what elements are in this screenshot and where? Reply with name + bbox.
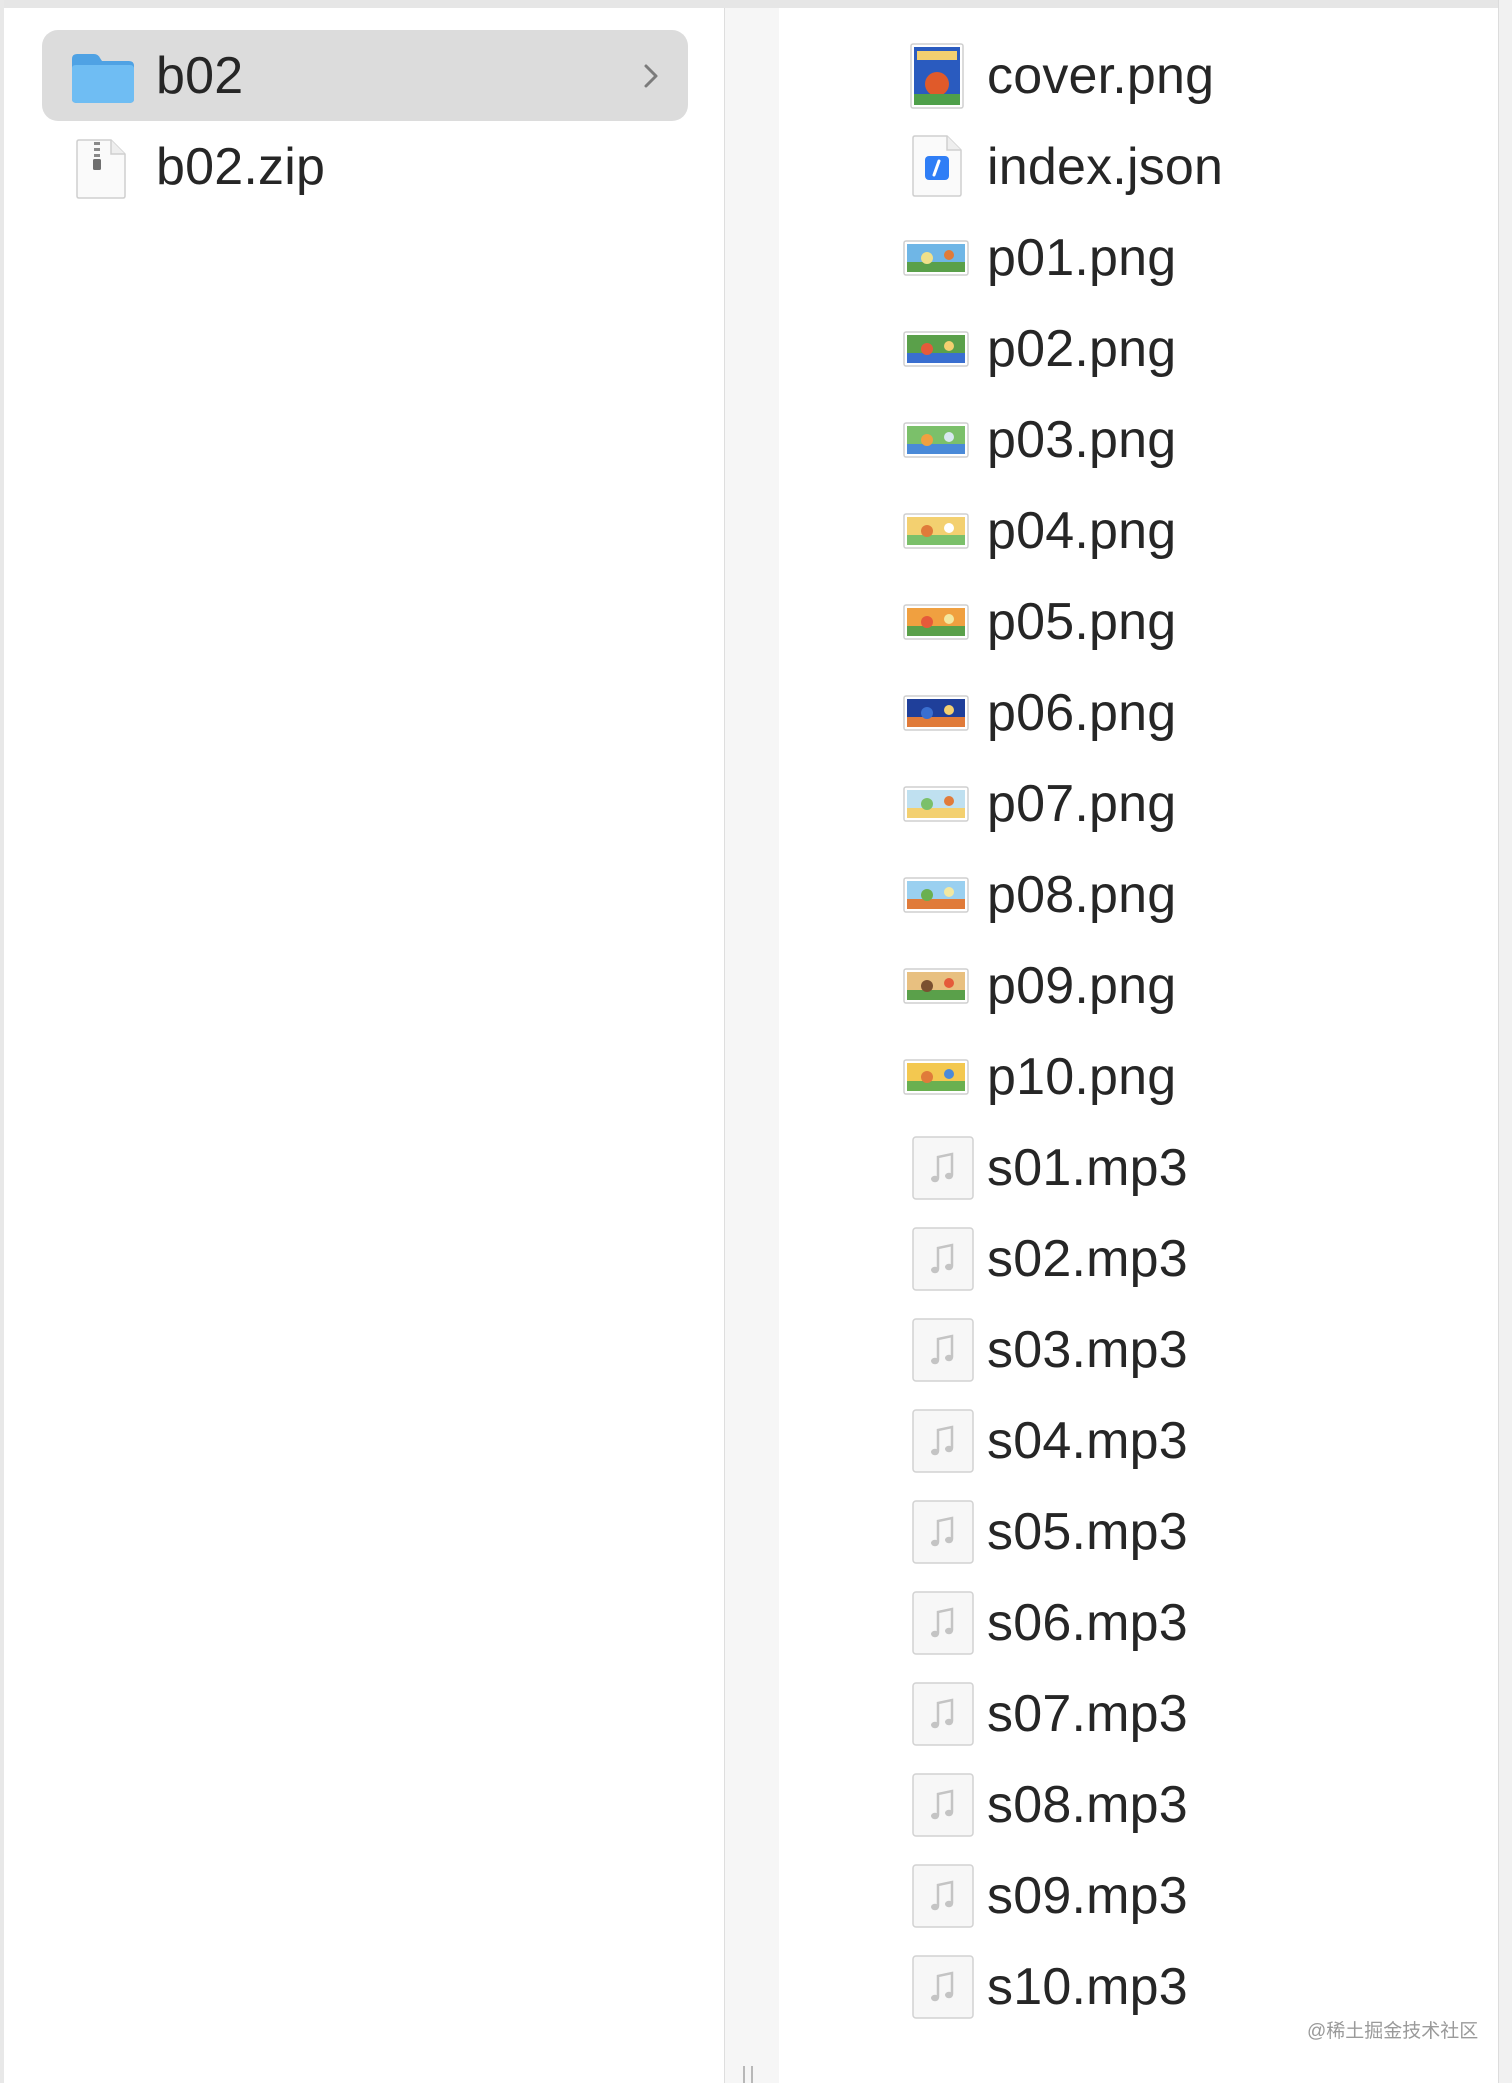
list-item-file[interactable]: p10.png: [839, 1031, 1479, 1122]
item-label: s07.mp3: [987, 1684, 1188, 1743]
image-thumbnail-icon: [909, 42, 965, 115]
item-label: s10.mp3: [987, 1957, 1188, 2016]
json-file-icon: [911, 134, 963, 203]
item-label: p01.png: [987, 228, 1177, 287]
audio-file-icon: [911, 1135, 975, 1206]
list-item-file[interactable]: s05.mp3: [839, 1486, 1479, 1577]
item-label: s01.mp3: [987, 1138, 1188, 1197]
item-label: s04.mp3: [987, 1411, 1188, 1470]
audio-file-icon: [911, 1772, 975, 1843]
list-item-file[interactable]: s01.mp3: [839, 1122, 1479, 1213]
list-item-file[interactable]: p04.png: [839, 485, 1479, 576]
list-item-file[interactable]: p05.png: [839, 576, 1479, 667]
list-item-file-b02-zip[interactable]: b02.zip: [42, 121, 688, 212]
window-right-edge: [1498, 0, 1512, 2083]
item-label: p05.png: [987, 592, 1177, 651]
item-label: index.json: [987, 137, 1224, 196]
column-resize-handle[interactable]: [743, 2066, 755, 2083]
audio-file-icon: [911, 1317, 975, 1388]
item-label: p02.png: [987, 319, 1177, 378]
image-thumbnail-icon: [903, 331, 969, 372]
list-item-file[interactable]: p01.png: [839, 212, 1479, 303]
list-item-file[interactable]: s02.mp3: [839, 1213, 1479, 1304]
item-label: p04.png: [987, 501, 1177, 560]
image-thumbnail-icon: [903, 968, 969, 1009]
list-item-folder-b02[interactable]: b02: [42, 30, 688, 121]
image-thumbnail-icon: [903, 786, 969, 827]
window-top-edge: [0, 0, 1512, 8]
folder-icon: [70, 51, 136, 110]
image-thumbnail-icon: [903, 1059, 969, 1100]
list-item-file[interactable]: s06.mp3: [839, 1577, 1479, 1668]
audio-file-icon: [911, 1408, 975, 1479]
list-item-file[interactable]: s04.mp3: [839, 1395, 1479, 1486]
image-thumbnail-icon: [903, 604, 969, 645]
item-label: s05.mp3: [987, 1502, 1188, 1561]
list-item-file[interactable]: cover.png: [839, 30, 1479, 121]
item-label: p08.png: [987, 865, 1177, 924]
item-label: s02.mp3: [987, 1229, 1188, 1288]
column-divider: [724, 8, 780, 2083]
watermark: @稀土掘金技术社区: [1307, 2021, 1479, 2042]
list-item-file[interactable]: s08.mp3: [839, 1759, 1479, 1850]
audio-file-icon: [911, 1499, 975, 1570]
audio-file-icon: [911, 1590, 975, 1661]
item-label: p09.png: [987, 956, 1177, 1015]
item-label: s09.mp3: [987, 1866, 1188, 1925]
image-thumbnail-icon: [903, 695, 969, 736]
audio-file-icon: [911, 1226, 975, 1297]
list-item-file[interactable]: p03.png: [839, 394, 1479, 485]
list-item-file[interactable]: p08.png: [839, 849, 1479, 940]
item-label: p03.png: [987, 410, 1177, 469]
list-item-file[interactable]: index.json: [839, 121, 1479, 212]
list-item-file[interactable]: p07.png: [839, 758, 1479, 849]
item-label: s08.mp3: [987, 1775, 1188, 1834]
item-label: b02.zip: [156, 137, 326, 196]
audio-file-icon: [911, 1863, 975, 1934]
zip-archive-icon: [74, 138, 128, 205]
list-item-file[interactable]: s09.mp3: [839, 1850, 1479, 1941]
audio-file-icon: [911, 1681, 975, 1752]
finder-column-2[interactable]: cover.png index.json p01.png p02.png p03.png…: [779, 8, 1498, 2083]
list-item-file[interactable]: s03.mp3: [839, 1304, 1479, 1395]
image-thumbnail-icon: [903, 422, 969, 463]
image-thumbnail-icon: [903, 877, 969, 918]
image-thumbnail-icon: [903, 240, 969, 281]
item-label: s06.mp3: [987, 1593, 1188, 1652]
chevron-right-icon: [636, 58, 666, 94]
finder-column-1[interactable]: b02 b02.zip: [4, 8, 724, 2083]
image-thumbnail-icon: [903, 513, 969, 554]
item-label: p06.png: [987, 683, 1177, 742]
item-label: b02: [156, 46, 244, 105]
list-item-file[interactable]: p02.png: [839, 303, 1479, 394]
list-item-file[interactable]: s07.mp3: [839, 1668, 1479, 1759]
list-item-file[interactable]: p06.png: [839, 667, 1479, 758]
item-label: s03.mp3: [987, 1320, 1188, 1379]
list-item-file[interactable]: p09.png: [839, 940, 1479, 1031]
item-label: cover.png: [987, 46, 1215, 105]
item-label: p10.png: [987, 1047, 1177, 1106]
audio-file-icon: [911, 1954, 975, 2025]
item-label: p07.png: [987, 774, 1177, 833]
